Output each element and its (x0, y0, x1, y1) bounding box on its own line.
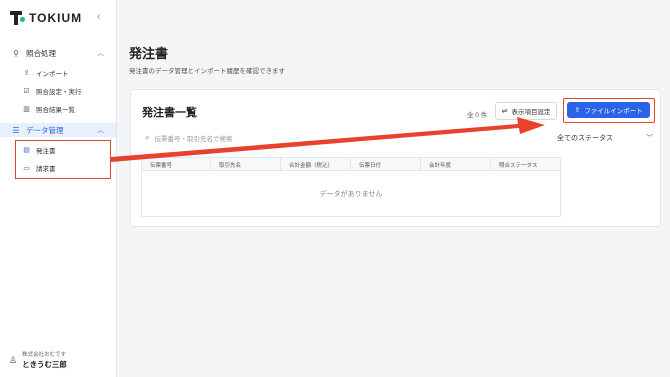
search-placeholder: 伝票番号・取引先名で検索 (154, 136, 233, 143)
record-count: 全 0 件 (467, 112, 488, 119)
checkbox-icon: ☑ (23, 88, 30, 95)
column-header[interactable]: 伝票日付 (351, 158, 421, 171)
file-import-button[interactable]: ⇪ ファイルインポート (567, 102, 650, 118)
column-header[interactable]: 伝票番号 (142, 158, 211, 171)
logo[interactable]: TOKIUM (10, 10, 82, 26)
bar-chart-icon: ▥ (23, 106, 30, 113)
search-icon: ⌕ (145, 133, 150, 142)
sidebar-item-label: 照合設定・実行 (36, 89, 82, 96)
upload-icon: ⇪ (574, 107, 581, 114)
status-filter-value: 全てのステータス (557, 135, 613, 142)
reconcile-icon: ⚲ (13, 48, 19, 58)
logo-text: TOKIUM (29, 11, 83, 25)
sidebar-group-label: データ管理 (26, 125, 64, 135)
sidebar-item-label: インポート (36, 71, 69, 78)
sidebar: TOKIUM ‹ ⚲ 照合処理 ︿ ⇪ インポート ☑ 照合設定・実行 ▥ 照合… (0, 0, 117, 377)
user-icon: ♙ (9, 354, 18, 365)
page-subtitle: 発注書のデータ管理とインポート履歴を確認できます (129, 68, 285, 75)
sliders-icon: ⇌ (501, 108, 508, 115)
logo-mark-icon (10, 10, 25, 26)
display-settings-label: 表示項目設定 (511, 109, 551, 116)
purchase-order-card: 発注書一覧 全 0 件 ⇌ 表示項目設定 ⇪ ファイルインポート ⌕ 伝票番号・… (130, 89, 661, 227)
user-company: 株式会社おむです (22, 352, 67, 358)
chevron-down-icon: ﹀ (646, 135, 653, 142)
sidebar-group-label: 照合処理 (26, 48, 56, 58)
highlight-box-import: ⇪ ファイルインポート (563, 98, 655, 123)
status-filter-select[interactable]: 全てのステータス ﹀ (557, 133, 653, 143)
sidebar-group-data-management[interactable]: ☰ データ管理 ︿ (0, 123, 116, 137)
file-import-label: ファイルインポート (584, 108, 643, 115)
user-profile[interactable]: ♙ 株式会社おむです ときうむ三郎 (9, 350, 67, 370)
database-icon: ☰ (12, 125, 20, 135)
page-title: 発注書 (129, 46, 169, 61)
column-header[interactable]: 合計金額（税込） (281, 158, 351, 171)
sidebar-item-label: 照合結果一覧 (36, 107, 75, 114)
column-header[interactable]: 取引先名 (211, 158, 281, 171)
user-name: ときうむ三郎 (22, 360, 67, 369)
search-input[interactable]: ⌕ 伝票番号・取引先名で検索 (145, 133, 232, 143)
table-header: 伝票番号 取引先名 合計金額（税込） 伝票日付 会計年度 照合ステータス (142, 158, 560, 171)
column-header[interactable]: 照合ステータス (491, 158, 562, 171)
display-settings-button[interactable]: ⇌ 表示項目設定 (495, 102, 557, 120)
sidebar-item-reconcile-settings[interactable]: ☑ 照合設定・実行 (0, 84, 116, 98)
empty-message: データがありません (319, 191, 383, 198)
chevron-up-icon: ︿ (97, 50, 104, 57)
chevron-left-icon[interactable]: ‹ (97, 11, 100, 22)
sidebar-group-reconcile[interactable]: ⚲ 照合処理 ︿ (0, 46, 116, 60)
card-title: 発注書一覧 (142, 107, 197, 119)
column-header[interactable]: 会計年度 (421, 158, 491, 171)
upload-icon: ⇪ (23, 70, 30, 77)
highlight-box-sidebar (15, 140, 111, 179)
chevron-up-icon: ︿ (97, 127, 104, 134)
sidebar-item-import[interactable]: ⇪ インポート (0, 66, 116, 80)
sidebar-item-reconcile-results[interactable]: ▥ 照合結果一覧 (0, 102, 116, 116)
purchase-order-table: 伝票番号 取引先名 合計金額（税込） 伝票日付 会計年度 照合ステータス データ… (141, 157, 561, 217)
